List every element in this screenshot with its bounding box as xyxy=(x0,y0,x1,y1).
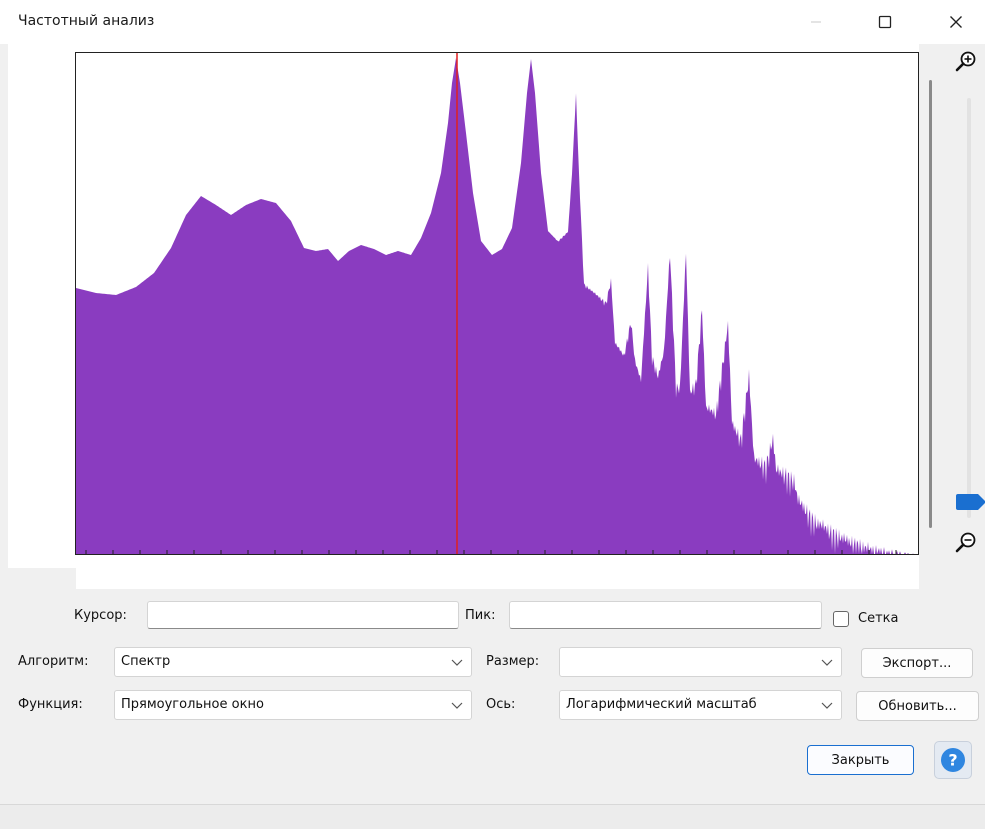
function-value: Прямоугольное окно xyxy=(121,697,264,712)
algorithm-select[interactable]: Спектр xyxy=(114,647,472,677)
minimize-button[interactable] xyxy=(793,0,839,44)
chevron-down-icon xyxy=(821,702,833,709)
axis-select[interactable]: Логарифмический масштаб xyxy=(559,690,842,720)
refresh-button[interactable]: Обновить... xyxy=(856,691,979,721)
help-icon: ? xyxy=(941,748,965,772)
vertical-scrollbar[interactable] xyxy=(929,80,932,528)
maximize-icon xyxy=(878,15,892,29)
algorithm-label: Алгоритм: xyxy=(18,654,89,669)
cursor-label: Курсор: xyxy=(74,608,127,623)
size-select[interactable] xyxy=(559,647,842,677)
cursor-field[interactable] xyxy=(147,601,459,629)
function-select[interactable]: Прямоугольное окно xyxy=(114,690,472,720)
function-label: Функция: xyxy=(18,697,83,712)
svg-text:?: ? xyxy=(948,751,957,770)
peak-field[interactable] xyxy=(509,601,822,629)
close-button[interactable]: Закрыть xyxy=(807,745,914,775)
peak-label: Пик: xyxy=(465,608,496,623)
axis-label-strip xyxy=(76,555,919,589)
minimize-icon xyxy=(811,21,821,23)
size-label: Размер: xyxy=(486,654,540,669)
grid-checkbox[interactable] xyxy=(833,611,849,627)
axis-label: Ось: xyxy=(486,697,516,712)
zoom-slider-track[interactable] xyxy=(967,98,971,518)
spectrum-svg xyxy=(76,53,917,554)
close-icon xyxy=(950,16,962,28)
axis-value: Логарифмический масштаб xyxy=(566,697,757,712)
window-title: Частотный анализ xyxy=(18,13,155,29)
chevron-down-icon xyxy=(451,659,463,666)
export-button[interactable]: Экспорт... xyxy=(861,648,973,678)
algorithm-value: Спектр xyxy=(121,654,171,669)
zoom-out-icon[interactable] xyxy=(952,529,980,557)
spectrum-fill xyxy=(76,58,917,554)
status-bar xyxy=(0,804,985,829)
zoom-in-icon[interactable] xyxy=(952,48,980,76)
close-window-button[interactable] xyxy=(933,0,979,44)
chevron-down-icon xyxy=(451,702,463,709)
maximize-button[interactable] xyxy=(862,0,908,44)
title-bar: Частотный анализ xyxy=(0,0,985,44)
grid-label: Сетка xyxy=(858,611,899,626)
chevron-down-icon xyxy=(821,659,833,666)
spectrum-plot[interactable] xyxy=(75,52,919,555)
zoom-slider-thumb[interactable] xyxy=(956,494,985,510)
help-button[interactable]: ? xyxy=(934,741,972,779)
